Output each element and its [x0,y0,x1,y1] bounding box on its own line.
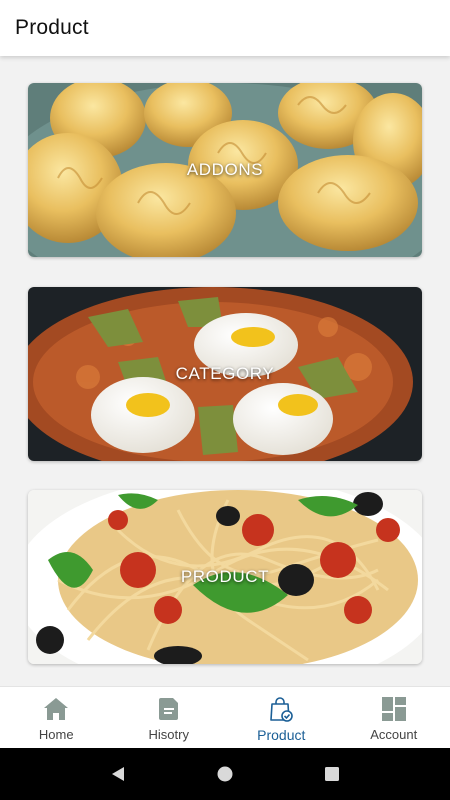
home-circle-icon[interactable] [213,762,237,786]
bottom-navigation: Home Hisotry Product Account [0,686,450,748]
card-list: ADDONS CATEGORY PRODUCT [0,56,450,686]
home-icon [44,698,69,720]
nav-item-product[interactable]: Product [225,687,338,748]
addons-card[interactable]: ADDONS [28,83,422,257]
history-document-icon [158,698,178,720]
nav-label-home: Home [38,727,74,742]
nav-item-history[interactable]: Hisotry [113,687,226,748]
nav-label-account: Account [370,727,418,742]
back-icon[interactable] [106,762,130,786]
category-card-label: CATEGORY [175,364,275,383]
dashboard-grid-icon [381,697,406,721]
nav-item-home[interactable]: Home [0,687,113,748]
recents-square-icon[interactable] [320,762,344,786]
app-bar: Product [0,0,450,56]
nav-label-history: Hisotry [148,727,189,742]
nav-item-account[interactable]: Account [338,687,450,748]
product-card-label: PRODUCT [180,567,270,586]
addons-card-label: ADDONS [186,160,264,179]
shopping-bag-check-icon [270,697,294,722]
nav-label-product: Product [257,727,306,743]
system-navigation-bar [0,748,450,800]
category-card[interactable]: CATEGORY [28,287,422,461]
page-title: Product [15,16,89,39]
product-card[interactable]: PRODUCT [28,490,422,664]
